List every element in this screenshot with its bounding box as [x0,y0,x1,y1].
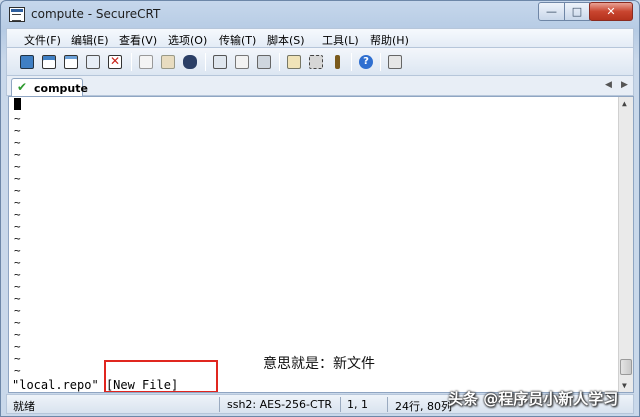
terminal-scrollbar[interactable]: ▲ ▼ [618,97,633,392]
print-icon [213,55,227,69]
tab-label: compute [34,82,88,95]
securecrt-app-icon[interactable] [9,7,25,22]
minimize-button[interactable]: — [538,2,565,21]
find-icon [183,55,197,69]
print-setup-icon [235,55,249,69]
sftp-button[interactable] [386,53,404,71]
menu-view[interactable]: 查看(V) [119,32,157,48]
maximize-button[interactable]: □ [564,2,590,21]
red-highlight-box [104,360,218,392]
session-tab-bar: ✔ compute ◀ ▶ [6,76,634,97]
maximize-icon: □ [571,5,583,18]
copy-button[interactable] [137,53,155,71]
menu-options[interactable]: 选项(O) [168,32,207,48]
close-icon: ✕ [606,5,616,18]
find-button[interactable] [181,53,199,71]
tab-scroll-right-icon[interactable]: ▶ [621,80,628,90]
copy-icon [139,55,153,69]
annotation-text: 意思就是：新文件 [263,356,375,372]
print-setup-button[interactable] [233,53,251,71]
toolbar: ✕ ? [6,48,634,76]
global-options-icon [309,55,323,69]
status-terminal-size: 24行, 80列 [395,400,452,413]
menu-file[interactable]: 文件(F) [24,32,61,48]
tab-compute[interactable]: ✔ compute [11,78,88,97]
title-bar[interactable]: compute - SecureCRT — □ ✕ [1,1,639,28]
menu-script[interactable]: 脚本(S) [267,32,305,48]
status-cursor-position: 1, 1 [347,398,368,411]
scroll-down-icon[interactable]: ▼ [622,381,627,390]
keymap-button[interactable] [329,53,347,71]
scroll-up-icon[interactable]: ▲ [622,99,627,108]
watermark: 头条 @程序员小新人学习 [448,390,619,408]
close-button[interactable]: ✕ [589,2,633,21]
terminal-cursor [14,98,21,110]
keymap-icon [335,55,340,69]
scroll-thumb[interactable] [620,359,632,375]
reconnect-button[interactable] [84,53,102,71]
print-button[interactable] [211,53,229,71]
menu-help[interactable]: 帮助(H) [370,32,409,48]
connect-tab-icon [64,55,78,69]
terminal-view[interactable]: ~ ~ ~ ~ ~ ~ ~ ~ ~ ~ ~ ~ ~ ~ ~ ~ ~ ~ ~ ~ ~ ~ "local.repo" [New… [8,96,634,393]
quick-connect-icon [42,55,56,69]
status-ready: 就绪 [13,400,35,413]
paste-icon [161,55,175,69]
help-button[interactable]: ? [357,53,375,71]
securecrt-window: compute - SecureCRT — □ ✕ 文件(F) 编辑(E) 查看… [0,0,640,417]
status-protocol: ssh2: AES-256-CTR [227,398,333,411]
vim-tilde-line: ~ [14,364,21,377]
print-screen-button[interactable] [255,53,273,71]
tab-scroll-left-icon[interactable]: ◀ [605,80,612,90]
reconnect-icon [86,55,100,69]
connected-check-icon: ✔ [17,80,28,94]
quick-connect-button[interactable] [40,53,58,71]
connect-tab-button[interactable] [62,53,80,71]
menu-edit[interactable]: 编辑(E) [71,32,109,48]
disconnect-icon: ✕ [108,54,122,69]
sftp-icon [388,55,402,69]
menu-tools[interactable]: 工具(L) [322,32,359,48]
paste-button[interactable] [159,53,177,71]
minimize-icon: — [546,5,557,18]
session-options-icon [287,55,301,69]
menu-bar: 文件(F) 编辑(E) 查看(V) 选项(O) 传输(T) 脚本(S) 工具(L… [6,28,634,48]
menu-transfer[interactable]: 传输(T) [219,32,256,48]
help-icon: ? [359,55,373,69]
session-options-button[interactable] [285,53,303,71]
global-options-button[interactable] [307,53,325,71]
connect-icon [20,55,34,69]
status-filename: "local.repo" [12,378,99,392]
print-screen-icon [257,55,271,69]
disconnect-button[interactable]: ✕ [106,53,124,71]
connect-button[interactable] [18,53,36,71]
window-title: compute - SecureCRT [31,7,161,21]
